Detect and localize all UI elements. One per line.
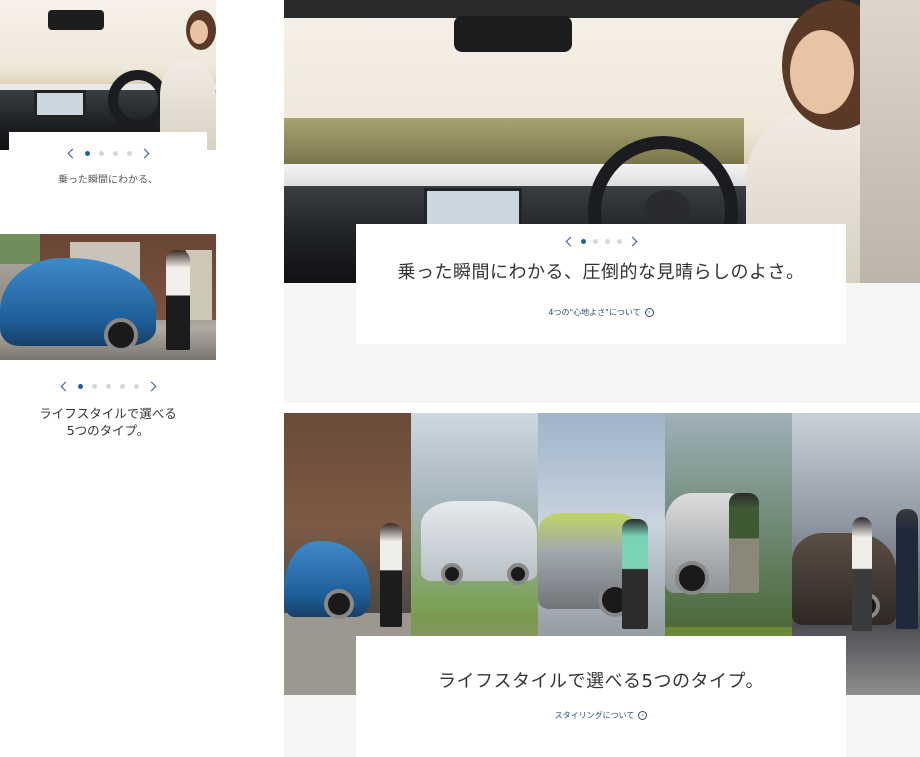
thumbnail-2-indicator bbox=[9, 381, 207, 392]
chevron-right-icon[interactable] bbox=[146, 381, 156, 392]
thumbnail-2-caption-line2: 5つのタイプ。 bbox=[66, 423, 150, 438]
slide-2-link-label[interactable]: スタイリングについて bbox=[555, 710, 635, 721]
thumbnail-2-photo bbox=[0, 234, 216, 360]
thumbnail-1-card[interactable]: 乗った瞬間にわかる、 bbox=[9, 132, 207, 204]
chevron-left-icon[interactable] bbox=[67, 148, 77, 159]
thumbnail-1-indicator bbox=[9, 148, 207, 159]
indicator-dot[interactable] bbox=[77, 384, 83, 389]
slide-1-link[interactable]: 4つの"心地よさ"について › bbox=[356, 307, 846, 318]
slide-1-link-label[interactable]: 4つの"心地よさ"について bbox=[548, 307, 640, 318]
chevron-left-icon[interactable] bbox=[565, 236, 575, 247]
indicator-dot[interactable] bbox=[126, 151, 132, 156]
chevron-left-icon[interactable] bbox=[60, 381, 70, 392]
circle-arrow-right-icon[interactable]: › bbox=[638, 711, 648, 720]
thumbnail-1-caption: 乗った瞬間にわかる、 bbox=[58, 175, 158, 183]
slide-2-card[interactable]: ライフスタイルで選べる5つのタイプ。 スタイリングについて › bbox=[356, 636, 846, 757]
slide-1-indicator bbox=[356, 236, 846, 247]
thumbnail-2-caption-line1: ライフスタイルで選べる bbox=[39, 406, 177, 421]
indicator-dot[interactable] bbox=[112, 151, 118, 156]
indicator-dot[interactable] bbox=[133, 384, 139, 389]
indicator-dot[interactable] bbox=[91, 384, 97, 389]
circle-arrow-right-icon[interactable]: › bbox=[644, 308, 654, 317]
indicator-dot[interactable] bbox=[84, 151, 90, 156]
indicator-dot[interactable] bbox=[119, 384, 125, 389]
slide-1-headline: 乗った瞬間にわかる、圧倒的な見晴らしのよさ。 bbox=[397, 262, 805, 283]
slide-1-card[interactable]: 乗った瞬間にわかる、圧倒的な見晴らしのよさ。 4つの"心地よさ"について › bbox=[356, 224, 846, 344]
slide-2-link[interactable]: スタイリングについて › bbox=[356, 710, 846, 721]
indicator-dot[interactable] bbox=[616, 239, 622, 244]
indicator-dot[interactable] bbox=[98, 151, 104, 156]
indicator-dot[interactable] bbox=[592, 239, 598, 244]
chevron-right-icon[interactable] bbox=[139, 148, 149, 159]
indicator-dot[interactable] bbox=[604, 239, 610, 244]
thumbnail-1-photo bbox=[0, 0, 216, 150]
slide-2-headline: ライフスタイルで選べる5つのタイプ。 bbox=[438, 671, 764, 692]
indicator-dot[interactable] bbox=[105, 384, 111, 389]
thumbnail-2-card[interactable]: ライフスタイルで選べる 5つのタイプ。 bbox=[9, 366, 207, 470]
indicator-dot[interactable] bbox=[580, 239, 586, 244]
chevron-right-icon[interactable] bbox=[627, 236, 637, 247]
